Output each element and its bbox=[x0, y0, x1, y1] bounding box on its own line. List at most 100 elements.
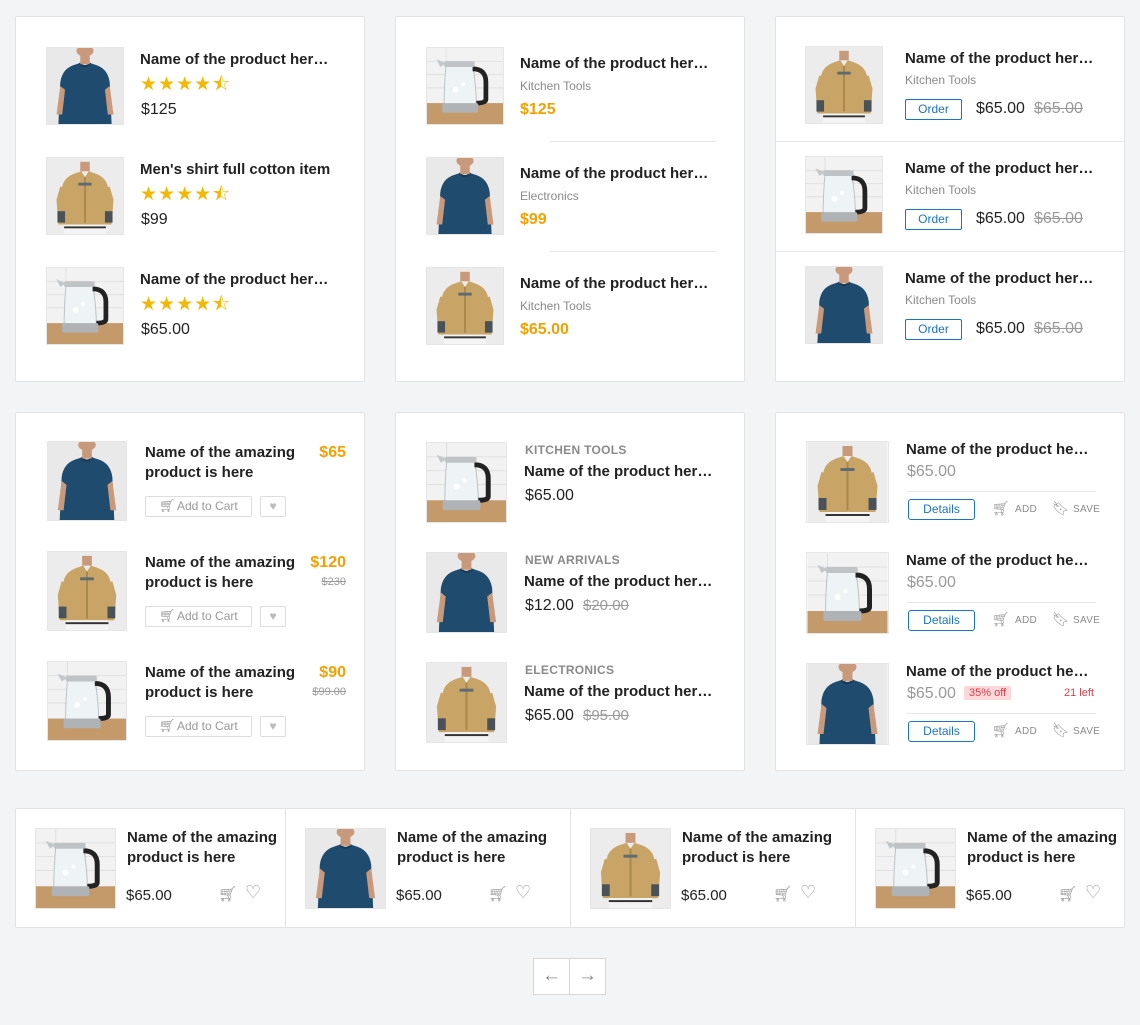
product-title[interactable]: Name of the product here... bbox=[520, 55, 710, 72]
cart-icon[interactable]: 🛒︎ bbox=[218, 885, 237, 903]
product-title[interactable]: Name of the amazing product is here bbox=[397, 828, 547, 868]
wishlist-button[interactable]: ♥ bbox=[260, 496, 286, 517]
add-to-cart-button[interactable]: 🛒︎ Add to Cart bbox=[145, 716, 252, 737]
details-button[interactable]: Details bbox=[908, 610, 975, 631]
product-title[interactable]: Name of the product here... bbox=[905, 270, 1095, 287]
product-image[interactable] bbox=[806, 441, 889, 523]
product-title[interactable]: Name of the product here... bbox=[140, 51, 330, 68]
product-price: $125 bbox=[141, 101, 177, 118]
product-price: $120 bbox=[310, 554, 346, 571]
divider bbox=[907, 713, 1096, 714]
product-title[interactable]: Name of the amazing product is here bbox=[682, 828, 832, 868]
cart-icon: 🛒︎ bbox=[159, 608, 176, 623]
product-image[interactable] bbox=[426, 47, 504, 125]
wishlist-button[interactable]: ♥ bbox=[260, 606, 286, 627]
product-image[interactable] bbox=[590, 828, 671, 909]
add-action[interactable]: ADD bbox=[1015, 726, 1037, 737]
carousel-item[interactable]: Name of the amazing product is here $65.… bbox=[16, 809, 286, 927]
add-to-cart-button[interactable]: 🛒︎ Add to Cart bbox=[145, 496, 252, 517]
product-image[interactable] bbox=[47, 551, 127, 631]
bookmark-icon[interactable]: 🔖︎ bbox=[1052, 722, 1070, 739]
product-image[interactable] bbox=[426, 157, 504, 235]
product-title[interactable]: Name of the product here... bbox=[905, 160, 1095, 177]
cart-icon[interactable]: 🛒︎ bbox=[992, 722, 1010, 739]
discount-badge: 35% off bbox=[964, 686, 1012, 700]
cart-icon[interactable]: 🛒︎ bbox=[773, 885, 792, 903]
product-image[interactable] bbox=[47, 661, 127, 741]
save-action[interactable]: SAVE bbox=[1073, 726, 1100, 737]
product-title[interactable]: Men's shirt full cotton item bbox=[140, 161, 340, 178]
product-image[interactable] bbox=[46, 267, 124, 345]
product-title[interactable]: Name of the amazing product is here bbox=[127, 828, 277, 868]
product-title[interactable]: Name of the amazing product is here bbox=[967, 828, 1117, 868]
heart-icon: ♥ bbox=[269, 499, 277, 513]
product-image[interactable] bbox=[805, 46, 883, 124]
product-title[interactable]: Name of the product here... bbox=[524, 573, 714, 590]
product-price: $65.00 bbox=[976, 320, 1025, 337]
carousel-item[interactable]: Name of the amazing product is here $65.… bbox=[571, 809, 856, 927]
next-page-button[interactable]: → bbox=[569, 958, 606, 995]
product-title[interactable]: Name of the product here... bbox=[905, 50, 1095, 67]
title-line: Name of the amazing bbox=[967, 829, 1118, 846]
cart-icon[interactable]: 🛒︎ bbox=[1058, 885, 1077, 903]
product-title[interactable]: Name of the product here... bbox=[906, 441, 1092, 458]
product-title[interactable]: Name of the product here... bbox=[524, 683, 714, 700]
product-title[interactable]: Name of the amazing product is here bbox=[145, 553, 295, 593]
product-old-price: $99.00 bbox=[312, 686, 346, 698]
carousel-item[interactable]: Name of the amazing product is here $65.… bbox=[856, 809, 1124, 927]
product-title[interactable]: Name of the product here... bbox=[906, 552, 1092, 569]
product-image[interactable] bbox=[806, 552, 889, 634]
product-title[interactable]: Name of the product here... bbox=[524, 463, 714, 480]
heart-outline-icon[interactable]: ♡ bbox=[515, 882, 531, 903]
cart-icon[interactable]: 🛒︎ bbox=[992, 611, 1010, 628]
product-image[interactable] bbox=[805, 156, 883, 234]
product-image[interactable] bbox=[805, 266, 883, 344]
wishlist-button[interactable]: ♥ bbox=[260, 716, 286, 737]
save-action[interactable]: SAVE bbox=[1073, 615, 1100, 626]
save-action[interactable]: SAVE bbox=[1073, 504, 1100, 515]
order-button[interactable]: Order bbox=[905, 209, 962, 230]
product-image[interactable] bbox=[426, 552, 507, 633]
rating-stars-icon: ★★★★⯪ bbox=[140, 184, 232, 205]
add-to-cart-button[interactable]: 🛒︎ Add to Cart bbox=[145, 606, 252, 627]
product-image[interactable] bbox=[426, 267, 504, 345]
prev-page-button[interactable]: ← bbox=[533, 958, 570, 995]
product-image[interactable] bbox=[875, 828, 956, 909]
order-button[interactable]: Order bbox=[905, 99, 962, 120]
product-title[interactable]: Name of the amazing product is here bbox=[145, 663, 295, 703]
product-category: Kitchen Tools bbox=[520, 79, 592, 93]
heart-outline-icon[interactable]: ♡ bbox=[245, 882, 261, 903]
cart-icon[interactable]: 🛒︎ bbox=[488, 885, 507, 903]
order-button[interactable]: Order bbox=[905, 319, 962, 340]
product-image[interactable] bbox=[46, 47, 124, 125]
product-category: Kitchen Tools bbox=[520, 299, 592, 313]
heart-outline-icon[interactable]: ♡ bbox=[800, 882, 816, 903]
bookmark-icon[interactable]: 🔖︎ bbox=[1052, 611, 1070, 628]
heart-outline-icon[interactable]: ♡ bbox=[1085, 882, 1101, 903]
cart-icon[interactable]: 🛒︎ bbox=[992, 500, 1010, 517]
details-button[interactable]: Details bbox=[908, 721, 975, 742]
carousel-item[interactable]: Name of the amazing product is here $65.… bbox=[286, 809, 571, 927]
details-button[interactable]: Details bbox=[908, 499, 975, 520]
product-title[interactable]: Name of the product here... bbox=[906, 663, 1092, 680]
title-line: Name of the amazing bbox=[145, 444, 296, 461]
product-old-price: $230 bbox=[321, 576, 346, 588]
product-image[interactable] bbox=[806, 663, 889, 745]
bookmark-icon[interactable]: 🔖︎ bbox=[1052, 500, 1070, 517]
product-title[interactable]: Name of the amazing product is here bbox=[145, 443, 295, 483]
product-image[interactable] bbox=[305, 828, 386, 909]
product-image[interactable] bbox=[35, 828, 116, 909]
add-action[interactable]: ADD bbox=[1015, 504, 1037, 515]
product-title[interactable]: Name of the product here... bbox=[520, 165, 710, 182]
product-image[interactable] bbox=[426, 442, 507, 523]
product-image[interactable] bbox=[426, 662, 507, 743]
product-price: $65.00 bbox=[976, 100, 1025, 117]
product-card-order: Name of the product here... Kitchen Tool… bbox=[775, 16, 1125, 382]
product-image[interactable] bbox=[46, 157, 124, 235]
add-action[interactable]: ADD bbox=[1015, 615, 1037, 626]
product-image[interactable] bbox=[47, 441, 127, 521]
product-title[interactable]: Name of the product here... bbox=[520, 275, 710, 292]
product-title[interactable]: Name of the product here... bbox=[140, 271, 330, 288]
button-label: Add to Cart bbox=[177, 499, 238, 513]
divider bbox=[907, 491, 1096, 492]
